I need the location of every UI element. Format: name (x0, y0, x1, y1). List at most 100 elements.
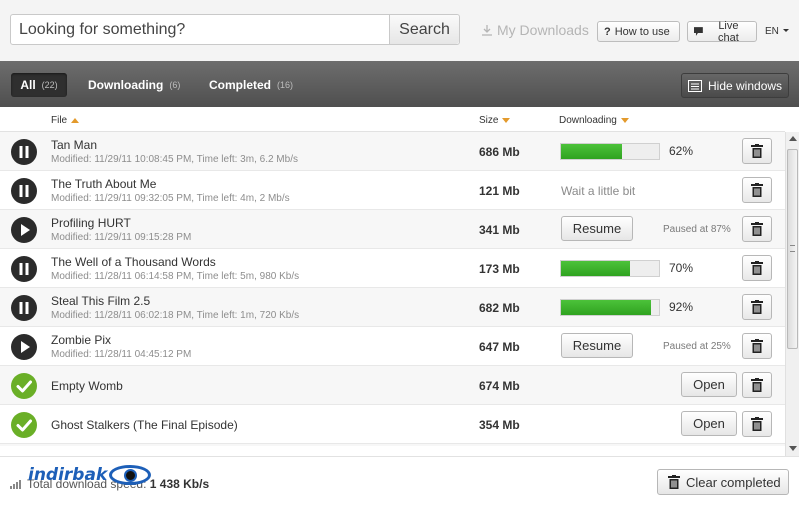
pause-icon[interactable] (11, 295, 37, 321)
delete-button[interactable] (742, 177, 772, 203)
play-icon[interactable] (11, 334, 37, 360)
tab-bar: All (22) Downloading (6) Completed (16) … (0, 61, 799, 107)
hide-windows-label: Hide windows (708, 78, 783, 93)
tab-all-count: (22) (41, 80, 58, 90)
delete-button[interactable] (742, 411, 772, 437)
hide-windows-button[interactable]: Hide windows (681, 73, 789, 98)
top-bar: Search My Downloads ? How to use Live ch… (0, 0, 799, 61)
delete-button[interactable] (742, 138, 772, 164)
file-meta: Modified: 11/29/11 09:15:28 PM (51, 232, 192, 243)
download-icon (482, 24, 492, 36)
size-column-header[interactable]: Size (479, 115, 511, 126)
table-row[interactable]: Steal This Film 2.5 Modified: 11/28/11 06… (0, 288, 785, 327)
delete-button[interactable] (742, 333, 772, 359)
grip-icon (790, 245, 795, 252)
trash-icon (751, 183, 763, 197)
eye-icon (109, 465, 152, 485)
language-select[interactable]: EN (765, 26, 789, 37)
clear-completed-button[interactable]: Clear completed (657, 469, 789, 495)
table-row[interactable]: Zombie Pix Modified: 11/28/11 04:45:12 PM… (0, 327, 785, 366)
file-size: 682 Mb (479, 301, 520, 315)
trash-icon (751, 144, 763, 158)
trash-icon (668, 475, 680, 489)
progress-percent: 70% (669, 261, 694, 275)
search-input[interactable] (11, 15, 389, 44)
scroll-thumb[interactable] (787, 149, 798, 349)
search-button[interactable]: Search (389, 15, 459, 44)
file-name: Profiling HURT (51, 216, 131, 230)
question-icon: ? (604, 25, 611, 38)
trash-icon (751, 339, 763, 353)
paused-status: Paused at 25% (663, 341, 731, 352)
scrollbar[interactable] (785, 132, 799, 456)
file-column-header[interactable]: File (51, 115, 80, 126)
my-downloads-label: My Downloads (497, 22, 589, 38)
live-chat-label: Live chat (718, 19, 739, 44)
resume-button[interactable]: Resume (561, 216, 633, 241)
file-meta: Modified: 11/29/11 10:08:45 PM, Time lef… (51, 154, 298, 165)
file-size: 341 Mb (479, 223, 520, 237)
progress-bar (560, 143, 660, 160)
table-row[interactable]: The Well of a Thousand Words Modified: 11… (0, 249, 785, 288)
table-row[interactable]: Ghost Stalkers (The Final Episode) 354 Mb… (0, 405, 785, 444)
column-header: File Size Downloading (0, 107, 785, 132)
live-chat-button[interactable]: Live chat (687, 19, 757, 44)
file-name: The Well of a Thousand Words (51, 255, 216, 269)
speed-signal-icon (10, 480, 21, 489)
progress-percent: 62% (669, 144, 694, 158)
tab-downloading-label: Downloading (88, 78, 164, 92)
table-row[interactable] (0, 444, 785, 446)
file-meta: Modified: 11/28/11 04:45:12 PM (51, 349, 192, 360)
delete-button[interactable] (742, 255, 772, 281)
pause-icon[interactable] (11, 178, 37, 204)
downloading-column-header[interactable]: Downloading (559, 115, 629, 126)
table-row[interactable]: The Truth About Me Modified: 11/29/11 09:… (0, 171, 785, 210)
tab-completed[interactable]: Completed (16) (209, 73, 293, 97)
tab-downloading[interactable]: Downloading (6) (88, 73, 180, 97)
delete-button[interactable] (742, 372, 772, 398)
tab-completed-count: (16) (277, 80, 294, 90)
language-value: EN (765, 26, 779, 37)
trash-icon (751, 378, 763, 392)
file-name: Empty Womb (51, 379, 123, 393)
pause-icon[interactable] (11, 256, 37, 282)
checkmark-icon (11, 412, 37, 438)
window-icon (688, 79, 702, 92)
tab-all[interactable]: All (22) (11, 73, 67, 97)
open-button[interactable]: Open (681, 372, 737, 397)
tab-all-label: All (20, 78, 36, 92)
scroll-down-arrow-icon[interactable] (789, 446, 797, 451)
tab-completed-label: Completed (209, 78, 272, 92)
watermark-text: indirbak (28, 465, 108, 485)
sort-descending-icon (502, 118, 511, 123)
file-name: Ghost Stalkers (The Final Episode) (51, 418, 238, 432)
checkmark-icon (11, 373, 37, 399)
file-name: Steal This Film 2.5 (51, 294, 151, 308)
footer: Total download speed: 1 438 Kb/s indirba… (0, 456, 799, 505)
how-to-use-button[interactable]: ? How to use (597, 21, 680, 42)
scroll-up-arrow-icon[interactable] (789, 136, 797, 141)
download-list: Tan Man Modified: 11/29/11 10:08:45 PM, T… (0, 132, 785, 446)
progress-percent: 92% (669, 300, 694, 314)
table-row[interactable]: Empty Womb 674 Mb Open (0, 366, 785, 405)
my-downloads-link[interactable]: My Downloads (482, 22, 589, 38)
resume-button[interactable]: Resume (561, 333, 633, 358)
file-name: Tan Man (51, 138, 98, 152)
file-size: 686 Mb (479, 145, 520, 159)
chat-bubble-icon (694, 27, 703, 36)
search-box: Search (10, 14, 460, 45)
trash-icon (751, 417, 763, 431)
paused-status: Paused at 87% (663, 224, 731, 235)
watermark-logo: indirbak (28, 465, 152, 485)
play-icon[interactable] (11, 217, 37, 243)
pause-icon[interactable] (11, 139, 37, 165)
trash-icon (751, 222, 763, 236)
progress-fill (561, 300, 652, 315)
table-row[interactable]: Tan Man Modified: 11/29/11 10:08:45 PM, T… (0, 132, 785, 171)
delete-button[interactable] (742, 294, 772, 320)
chevron-down-icon (782, 29, 789, 32)
open-button[interactable]: Open (681, 411, 737, 436)
table-row[interactable]: Profiling HURT Modified: 11/29/11 09:15:2… (0, 210, 785, 249)
file-size: 173 Mb (479, 262, 520, 276)
delete-button[interactable] (742, 216, 772, 242)
